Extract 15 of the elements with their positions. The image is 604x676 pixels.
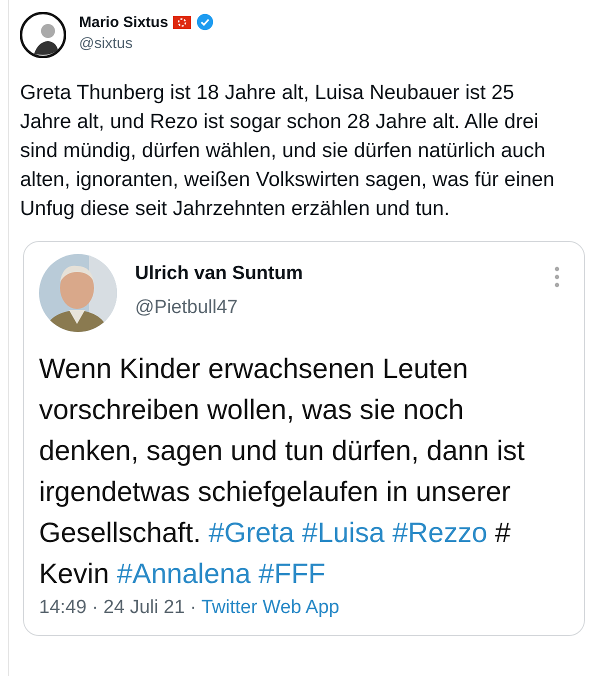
hashtag-link[interactable]: #Luisa	[302, 517, 385, 548]
quoted-author-handle[interactable]: @Pietbull47	[135, 297, 536, 319]
hashtag-link[interactable]: #Rezzo	[392, 517, 488, 548]
author-handle[interactable]: @sixtus	[79, 35, 214, 52]
tweet-text: Greta Thunberg ist 18 Jahre alt, Luisa Neubauer ist 25 Jahre alt, und Rezo ist sogar schon 28 Jahre alt. Alle drei sind mündig, dürfen wählen, und sie dürfen natürlich auch alten, ignoranten, weißen Volkswirten sagen, was für einen Unfug diese seit Jahrzehnten erzählen und tun.	[20, 80, 556, 222]
source-link[interactable]: Twitter Web App	[201, 597, 340, 619]
timestamp: 14:49 · 24 Juli 21 ·	[39, 597, 196, 619]
hashtag-link[interactable]: #FFF	[258, 558, 326, 589]
quoted-tweet-card[interactable]	[23, 241, 585, 636]
quoted-author-name[interactable]: Ulrich van Suntum	[135, 263, 536, 285]
flag-icon	[173, 16, 192, 28]
quoted-tweet-text: Wenn Kinder erwachsenen Leuten vorschreiben wollen, was sie noch denken, sagen und tun dürfen, dann ist irgendetwas schiefgelaufen in unserer Gesellschaft. #Greta #Luisa #Rezzo # Kevin #Annalena #FFF	[39, 352, 526, 591]
hashtag-link[interactable]: #Annalena	[116, 558, 251, 589]
author-name[interactable]: Mario Sixtus	[79, 14, 168, 30]
hashtag-link[interactable]: #Greta	[208, 517, 294, 548]
